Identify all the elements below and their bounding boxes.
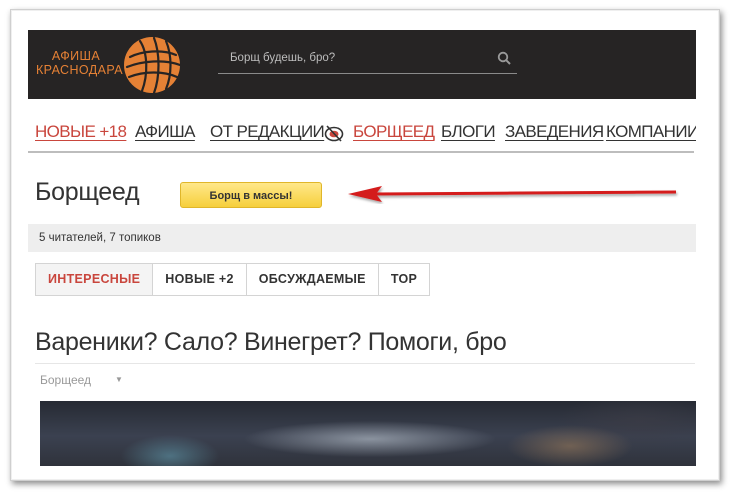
- topic-filter-tabs: ИНТЕРЕСНЫЕ НОВЫЕ +2 ОБСУЖДАЕМЫЕ TOP: [35, 263, 431, 296]
- plate-icon: [324, 125, 344, 142]
- nav-item-blogs[interactable]: БЛОГИ: [441, 122, 496, 142]
- search-icon[interactable]: [497, 51, 511, 65]
- tab-interesting[interactable]: ИНТЕРЕСНЫЕ: [36, 264, 154, 295]
- topic-title[interactable]: Вареники? Сало? Винегрет? Помоги, бро: [35, 328, 507, 357]
- logo-line-2: КРАСНОДАРА: [36, 63, 123, 77]
- tab-new[interactable]: НОВЫЕ +2: [153, 264, 247, 295]
- nav-item-venues[interactable]: ЗАВЕДЕНИЯ: [505, 122, 604, 142]
- search-input[interactable]: [218, 46, 490, 70]
- page: АФИША КРАСНОДАРА НОВЫЕ +18 АФИША ОТ: [28, 30, 696, 466]
- blog-stats: 5 читателей, 7 топиков: [28, 224, 696, 252]
- logo-line-1: АФИША: [51, 49, 101, 63]
- nav-item-editorial[interactable]: ОТ РЕДАКЦИИ: [210, 122, 325, 142]
- tab-top[interactable]: TOP: [378, 264, 430, 295]
- topic-image: [40, 401, 696, 466]
- chevron-down-icon[interactable]: ▼: [115, 375, 123, 384]
- main-nav: НОВЫЕ +18 АФИША ОТ РЕДАКЦИИ БОРЩЕЕД БЛОГ…: [28, 120, 696, 153]
- nav-item-new[interactable]: НОВЫЕ +18: [35, 122, 127, 142]
- site-logo[interactable]: АФИША КРАСНОДАРА: [36, 49, 123, 77]
- nav-item-borscheed[interactable]: БОРЩЕЕД: [353, 122, 435, 142]
- tab-discussed[interactable]: ОБСУЖДАЕМЫЕ: [246, 264, 379, 295]
- yarn-ball-icon[interactable]: [122, 35, 182, 95]
- topic-blog-link[interactable]: Борщеед: [40, 373, 91, 387]
- topic-divider: [35, 363, 695, 364]
- page-title: Борщеед: [35, 178, 140, 206]
- search-box: [218, 46, 517, 74]
- stats-text: 5 читателей, 7 топиков: [39, 232, 161, 244]
- join-blog-button[interactable]: Борщ в массы!: [180, 182, 322, 208]
- nav-item-afisha[interactable]: АФИША: [135, 122, 195, 142]
- annotation-arrow: [348, 186, 677, 202]
- site-header: АФИША КРАСНОДАРА: [28, 30, 696, 99]
- nav-item-companies[interactable]: КОМПАНИИ: [606, 122, 696, 142]
